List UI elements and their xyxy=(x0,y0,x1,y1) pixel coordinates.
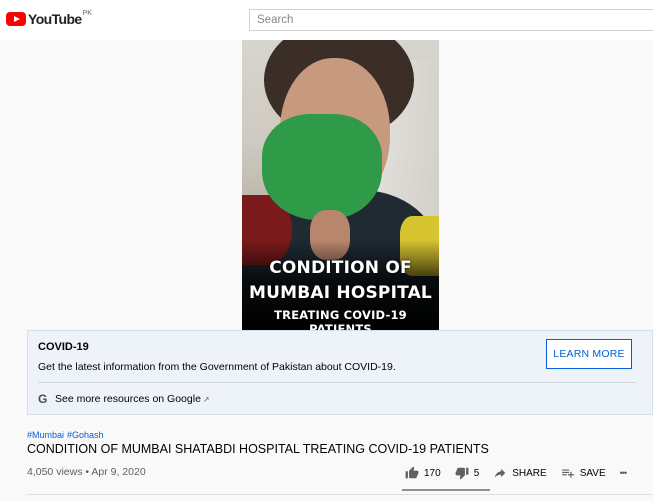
divider xyxy=(27,494,653,495)
video-player[interactable]: CONDITION OF MUMBAI HOSPITAL TREATING CO… xyxy=(242,40,439,330)
more-actions-button[interactable]: ••• xyxy=(619,468,628,478)
more-icon: ••• xyxy=(619,468,628,478)
share-label: SHARE xyxy=(512,467,547,479)
thumbs-up-icon xyxy=(405,466,419,479)
share-icon xyxy=(495,468,506,478)
external-link-icon: ↗ xyxy=(202,395,210,404)
video-actions: 170 5 SHARE SAVE ••• xyxy=(405,462,640,484)
playlist-add-icon xyxy=(561,469,574,478)
panel-divider xyxy=(38,382,636,383)
thumbs-down-icon xyxy=(455,467,469,480)
covid-panel-description: Get the latest information from the Gove… xyxy=(38,361,396,373)
hashtag-link[interactable]: #Mumbai xyxy=(27,430,64,440)
play-logo-icon xyxy=(6,12,26,26)
hashtag-link[interactable]: #Gohash xyxy=(67,430,104,440)
save-label: SAVE xyxy=(579,467,606,479)
video-caption-line-3: TREATING COVID-19 PATIENTS xyxy=(274,308,407,330)
covid-panel-title: COVID-19 xyxy=(38,341,89,353)
hashtag-list: #Mumbai #Gohash xyxy=(27,430,107,440)
sentiment-bar xyxy=(402,489,490,491)
dislike-count: 5 xyxy=(473,467,480,479)
masthead: YouTube PK Search xyxy=(0,0,653,40)
like-count: 170 xyxy=(424,467,441,479)
learn-more-button[interactable]: LEARN MORE xyxy=(546,339,632,369)
covid-info-panel: COVID-19 Get the latest information from… xyxy=(27,330,653,415)
video-caption-line-2: MUMBAI HOSPITAL xyxy=(249,283,432,303)
see-more-resources-link[interactable]: See more resources on Google ↗ xyxy=(55,393,210,405)
dislike-button[interactable]: 5 xyxy=(455,466,480,480)
logo-text: YouTube xyxy=(28,11,82,27)
view-count-date: 4,050 views • Apr 9, 2020 xyxy=(27,466,146,478)
youtube-logo[interactable]: YouTube PK xyxy=(6,9,92,27)
video-title: CONDITION OF MUMBAI SHATABDI HOSPITAL TR… xyxy=(27,442,489,456)
save-button[interactable]: SAVE xyxy=(561,466,606,480)
resources-label: See more resources on Google xyxy=(55,393,201,405)
logo-country-code: PK xyxy=(82,9,92,17)
share-button[interactable]: SHARE xyxy=(493,466,547,480)
google-icon: G xyxy=(38,392,48,406)
like-button[interactable]: 170 xyxy=(405,466,441,480)
search-input[interactable]: Search xyxy=(249,9,653,31)
video-caption-line-1: CONDITION OF xyxy=(269,258,412,278)
